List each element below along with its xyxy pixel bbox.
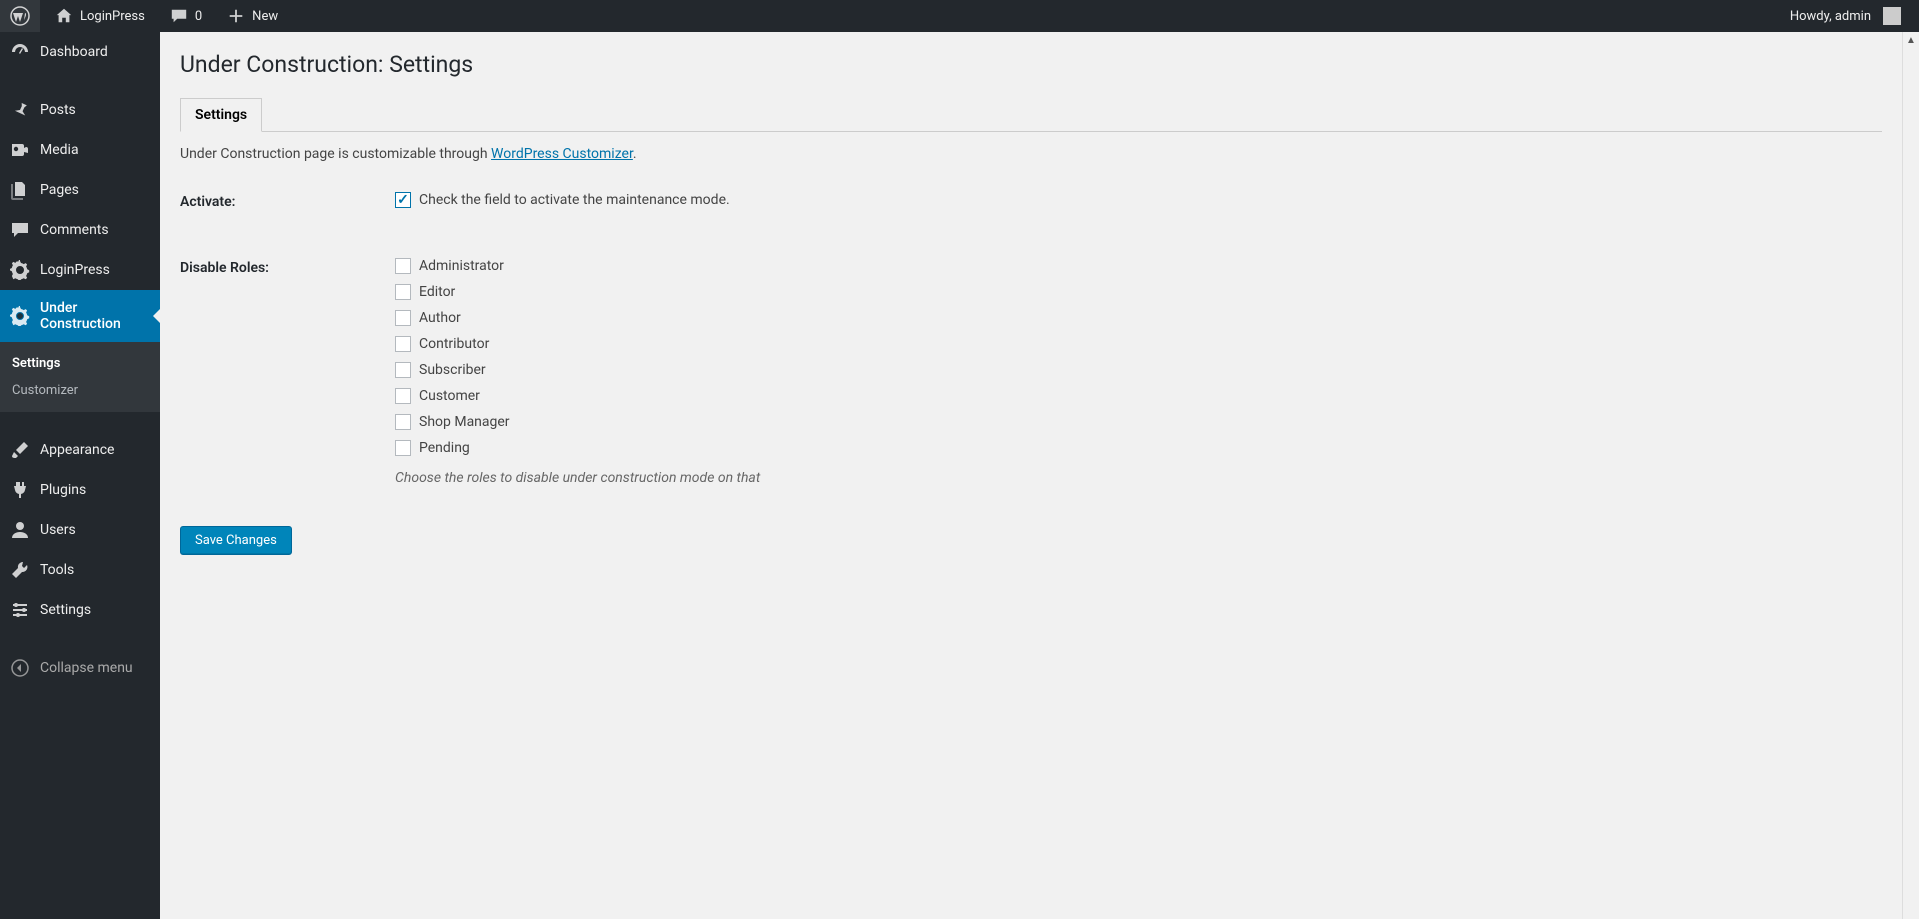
pin-icon bbox=[10, 100, 30, 120]
save-changes-button[interactable]: Save Changes bbox=[180, 526, 292, 555]
sidebar-item-label: Posts bbox=[40, 102, 76, 118]
role-label: Shop Manager bbox=[419, 414, 510, 430]
sidebar-item-label: Tools bbox=[40, 562, 74, 578]
sidebar-item-dashboard[interactable]: Dashboard bbox=[0, 32, 160, 72]
role-option[interactable]: Author bbox=[395, 310, 1882, 326]
role-option[interactable]: Pending bbox=[395, 440, 1882, 456]
activate-label: Activate: bbox=[180, 192, 395, 210]
scroll-up-arrow[interactable]: ▲ bbox=[1903, 32, 1919, 49]
sidebar-item-label: Under Construction bbox=[40, 300, 150, 332]
wp-logo[interactable] bbox=[0, 0, 40, 32]
dashboard-icon bbox=[10, 42, 30, 62]
comment-icon bbox=[10, 220, 30, 240]
role-checkbox[interactable] bbox=[395, 258, 411, 274]
roles-help: Choose the roles to disable under constr… bbox=[395, 470, 1882, 486]
settings-icon bbox=[10, 600, 30, 620]
sidebar-item-loginpress[interactable]: LoginPress bbox=[0, 250, 160, 290]
role-label: Editor bbox=[419, 284, 455, 300]
sidebar-item-label: Dashboard bbox=[40, 44, 108, 60]
tools-icon bbox=[10, 560, 30, 580]
collapse-icon bbox=[10, 658, 30, 678]
scrollbar[interactable]: ▲ bbox=[1902, 32, 1919, 919]
comment-count: 0 bbox=[195, 9, 202, 24]
role-option[interactable]: Customer bbox=[395, 388, 1882, 404]
home-icon bbox=[54, 6, 74, 26]
sidebar-item-posts[interactable]: Posts bbox=[0, 90, 160, 130]
collapse-menu[interactable]: Collapse menu bbox=[0, 648, 160, 688]
new-label: New bbox=[252, 9, 278, 24]
plus-icon bbox=[226, 6, 246, 26]
role-checkbox[interactable] bbox=[395, 284, 411, 300]
role-option[interactable]: Subscriber bbox=[395, 362, 1882, 378]
sidebar-item-label: Pages bbox=[40, 182, 79, 198]
role-checkbox[interactable] bbox=[395, 336, 411, 352]
intro-suffix: . bbox=[633, 146, 637, 162]
main-content: Under Construction: Settings Settings Un… bbox=[160, 32, 1902, 919]
sidebar-item-media[interactable]: Media bbox=[0, 130, 160, 170]
role-checkbox[interactable] bbox=[395, 362, 411, 378]
users-icon bbox=[10, 520, 30, 540]
sidebar-item-plugins[interactable]: Plugins bbox=[0, 470, 160, 510]
brush-icon bbox=[10, 440, 30, 460]
submenu-item-customizer[interactable]: Customizer bbox=[0, 377, 160, 404]
gear-icon bbox=[10, 306, 30, 326]
wordpress-customizer-link[interactable]: WordPress Customizer bbox=[491, 146, 633, 162]
disable-roles-label: Disable Roles: bbox=[180, 258, 395, 276]
sidebar-item-appearance[interactable]: Appearance bbox=[0, 430, 160, 470]
sidebar-item-label: Settings bbox=[40, 602, 91, 618]
activate-checkbox[interactable] bbox=[395, 192, 411, 208]
role-checkbox[interactable] bbox=[395, 414, 411, 430]
site-name-link[interactable]: LoginPress bbox=[44, 0, 155, 32]
howdy-text: Howdy, admin bbox=[1790, 9, 1871, 24]
role-option[interactable]: Administrator bbox=[395, 258, 1882, 274]
role-label: Author bbox=[419, 310, 461, 326]
collapse-label: Collapse menu bbox=[40, 660, 133, 676]
sidebar-item-tools[interactable]: Tools bbox=[0, 550, 160, 590]
my-account-link[interactable]: Howdy, admin bbox=[1780, 0, 1911, 32]
role-label: Administrator bbox=[419, 258, 504, 274]
admin-bar: LoginPress 0 New Howdy, admin bbox=[0, 0, 1919, 32]
intro-prefix: Under Construction page is customizable … bbox=[180, 146, 491, 162]
sidebar-item-comments[interactable]: Comments bbox=[0, 210, 160, 250]
sidebar-item-label: Appearance bbox=[40, 442, 114, 458]
sidebar-item-label: Media bbox=[40, 142, 79, 158]
sidebar-item-label: Users bbox=[40, 522, 76, 538]
gear-icon bbox=[10, 260, 30, 280]
sidebar-item-label: Plugins bbox=[40, 482, 86, 498]
role-checkbox[interactable] bbox=[395, 310, 411, 326]
role-label: Pending bbox=[419, 440, 470, 456]
comments-link[interactable]: 0 bbox=[159, 0, 212, 32]
pages-icon bbox=[10, 180, 30, 200]
plugin-icon bbox=[10, 480, 30, 500]
role-checkbox[interactable] bbox=[395, 440, 411, 456]
role-checkbox[interactable] bbox=[395, 388, 411, 404]
new-content-link[interactable]: New bbox=[216, 0, 288, 32]
role-option[interactable]: Contributor bbox=[395, 336, 1882, 352]
role-label: Contributor bbox=[419, 336, 489, 352]
wordpress-icon bbox=[10, 6, 30, 26]
tab-settings[interactable]: Settings bbox=[180, 98, 262, 132]
nav-tab-wrapper: Settings bbox=[180, 98, 1882, 132]
sidebar-item-pages[interactable]: Pages bbox=[0, 170, 160, 210]
role-option[interactable]: Editor bbox=[395, 284, 1882, 300]
activate-text: Check the field to activate the maintena… bbox=[419, 192, 730, 208]
sidebar-item-under-construction[interactable]: Under Construction bbox=[0, 290, 160, 342]
role-label: Customer bbox=[419, 388, 480, 404]
sidebar-item-settings[interactable]: Settings bbox=[0, 590, 160, 630]
page-title: Under Construction: Settings bbox=[180, 42, 1882, 98]
admin-sidebar: Dashboard Posts Media Pages Comments LoginPre… bbox=[0, 32, 160, 919]
role-label: Subscriber bbox=[419, 362, 486, 378]
activate-field[interactable]: Check the field to activate the maintena… bbox=[395, 192, 1882, 208]
submenu-item-settings[interactable]: Settings bbox=[0, 350, 160, 377]
role-option[interactable]: Shop Manager bbox=[395, 414, 1882, 430]
sidebar-item-label: Comments bbox=[40, 222, 109, 238]
avatar bbox=[1883, 7, 1901, 25]
media-icon bbox=[10, 140, 30, 160]
sidebar-item-label: LoginPress bbox=[40, 262, 110, 278]
comment-icon bbox=[169, 6, 189, 26]
page-intro: Under Construction page is customizable … bbox=[180, 146, 1882, 162]
sidebar-submenu: SettingsCustomizer bbox=[0, 342, 160, 412]
site-name-label: LoginPress bbox=[80, 9, 145, 24]
sidebar-item-users[interactable]: Users bbox=[0, 510, 160, 550]
